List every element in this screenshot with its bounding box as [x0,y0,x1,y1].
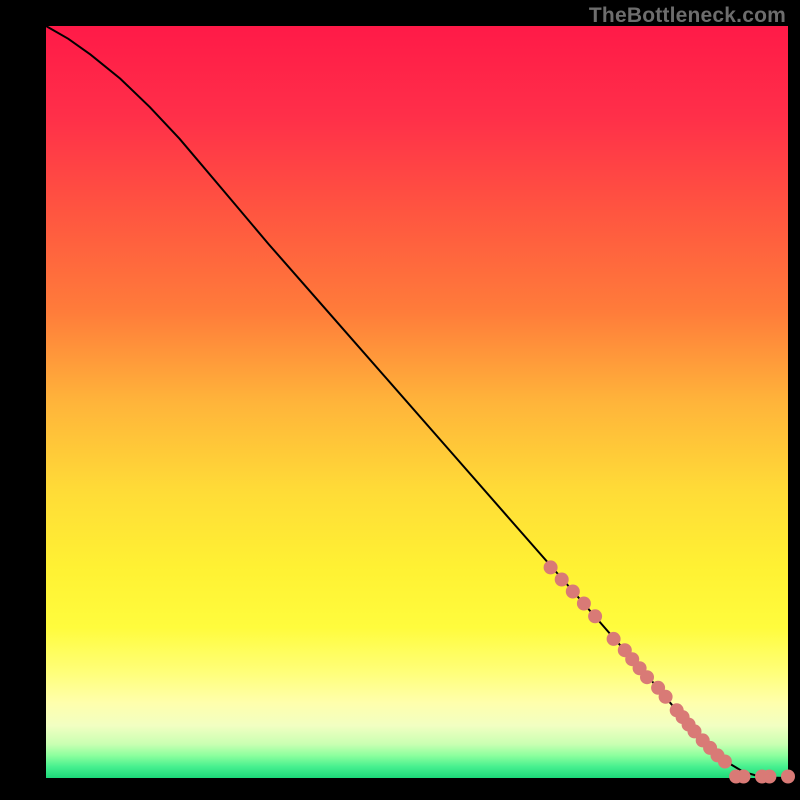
marker-dot [762,770,776,784]
marker-dot [640,670,654,684]
marker-dot [607,632,621,646]
marker-dot [544,560,558,574]
marker-dot [718,755,732,769]
marker-dot [577,597,591,611]
marker-dot [566,585,580,599]
plot-background [46,26,788,778]
marker-dot [781,770,795,784]
marker-dot [659,690,673,704]
chart-container: TheBottleneck.com [0,0,800,800]
marker-dot [737,770,751,784]
marker-dot [588,609,602,623]
marker-dot [555,573,569,587]
chart-svg [0,0,800,800]
watermark-label: TheBottleneck.com [589,4,786,28]
